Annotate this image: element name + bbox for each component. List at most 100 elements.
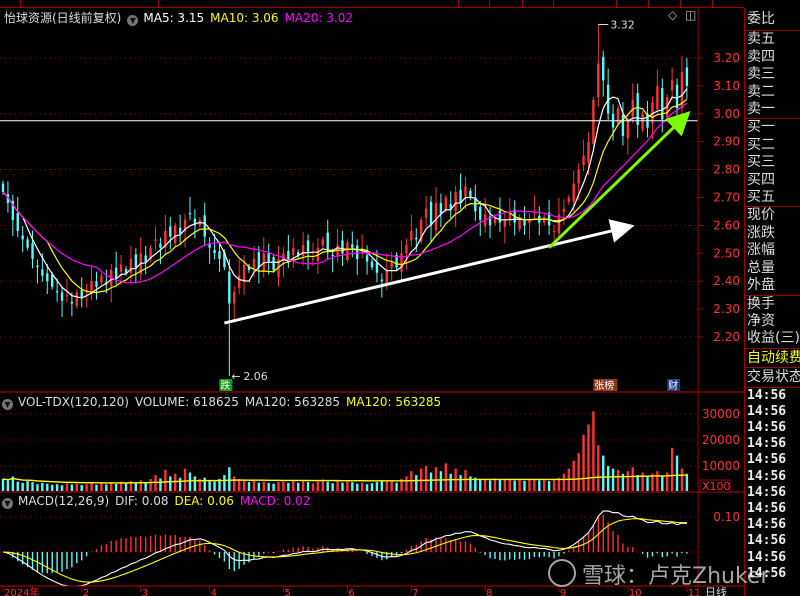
volume-bar [65, 483, 69, 491]
candle [252, 258, 256, 268]
panel-toggle-icon[interactable]: ◫ [685, 8, 696, 22]
candle [311, 258, 315, 260]
candle [114, 267, 118, 279]
candle [233, 292, 236, 304]
date-tick-label: 8 [486, 588, 492, 596]
volume-bar [538, 480, 541, 491]
volume-bar [459, 475, 462, 491]
volume-bar [616, 469, 620, 491]
stock-title[interactable]: 怡球资源(日线前复权) [4, 11, 121, 25]
candle [174, 225, 177, 244]
volume-tick-label: 30000 [702, 407, 740, 421]
volume-title[interactable]: VOL-TDX(120,120) [18, 395, 129, 409]
volume-bar [410, 471, 413, 491]
candle [51, 274, 54, 287]
sell-4: 卖四 [747, 48, 775, 65]
volume-bar [429, 472, 433, 491]
candle [464, 186, 467, 197]
volume-bar [124, 483, 128, 491]
chevron-down-icon[interactable]: ▼ [2, 399, 13, 410]
candle [675, 84, 679, 109]
volume-bar [577, 453, 580, 491]
ma120-white: MA120: 563285 [244, 395, 340, 409]
volume-bar [174, 473, 177, 491]
chevron-down-icon[interactable]: ▼ [2, 498, 13, 509]
volume-bar [493, 478, 497, 491]
volume-bar [365, 484, 369, 491]
candle [415, 237, 418, 240]
tick-time: 14:56 [747, 468, 787, 484]
volume-bar [262, 481, 265, 491]
candle [65, 295, 69, 297]
price-tick-label: 2.30 [713, 302, 740, 316]
candle [380, 279, 384, 282]
candle [351, 244, 354, 248]
candle [685, 67, 689, 86]
earnings-label: 收益(三) [747, 330, 800, 347]
candle [100, 275, 103, 283]
price-tick-label: 2.90 [713, 135, 740, 149]
volume-bar [26, 481, 29, 491]
candle [257, 252, 261, 268]
candle [356, 245, 359, 259]
volume-bar [55, 484, 59, 491]
watermark: 雪球：卢克Zhuker [548, 558, 770, 590]
candle [434, 203, 438, 230]
price-tick-label: 3.10 [713, 79, 740, 93]
current-price-label: 现价 [747, 207, 775, 224]
volume-bar [193, 476, 197, 491]
volume-bar [405, 476, 408, 491]
volume-bar [242, 481, 246, 491]
volume-bar [110, 482, 113, 491]
volume-bar [523, 480, 526, 491]
candle [178, 227, 182, 234]
candle [272, 257, 275, 271]
price-pane: 3.32 ← 2.06 跌 张榜 财 [0, 19, 698, 392]
volume-bar [567, 468, 570, 491]
quote-section: 现价 涨跌 涨幅 总量 外盘 [745, 206, 800, 294]
volume-bar [257, 482, 261, 491]
candle [36, 265, 39, 268]
volume-bar [508, 479, 511, 491]
candle [242, 264, 246, 283]
diamond-icon[interactable]: ◇ [668, 8, 677, 22]
candle [218, 251, 221, 259]
auto-renew-link[interactable]: 自动续费 [745, 347, 800, 367]
candle [459, 189, 462, 204]
volume-bar [439, 471, 443, 491]
watermark-text: 雪球：卢克Zhuker [582, 564, 770, 589]
volume-bar [375, 482, 379, 491]
candle [587, 141, 590, 163]
volume-bar [114, 483, 118, 491]
change-label: 涨跌 [747, 224, 775, 241]
candle [41, 269, 44, 276]
fund-section: 换手 净资 收益(三) [745, 294, 800, 348]
volume-bar [360, 482, 364, 491]
candle [469, 190, 472, 198]
candle [370, 261, 374, 268]
macd-tick-label: 0.10 [713, 510, 740, 524]
price-tick-label: 2.80 [713, 163, 740, 177]
macd-legend: ▼ MACD(12,26,9) DIF: 0.08 DEA: 0.06 MACD: 0.… [2, 494, 316, 509]
event-marker: 财 [668, 379, 678, 392]
volume-bar [31, 482, 34, 491]
dif-value: DIF: 0.08 [115, 494, 169, 508]
candle [55, 291, 59, 293]
candle [577, 169, 580, 184]
price-tick-label: 2.70 [713, 191, 740, 205]
candle [365, 254, 369, 262]
chevron-down-icon[interactable]: ▼ [127, 15, 139, 26]
candle [636, 93, 639, 125]
candle [80, 290, 83, 298]
volume-value: VOLUME: 618625 [134, 395, 239, 409]
candle [410, 230, 413, 241]
buy-4: 买四 [747, 171, 775, 188]
candle [498, 210, 502, 223]
candle [129, 258, 133, 273]
volume-bar [356, 483, 359, 491]
volume-bar [292, 481, 295, 491]
volume-bar [587, 424, 590, 491]
macd-title[interactable]: MACD(12,26,9) [18, 494, 109, 508]
volume-bar [592, 411, 595, 491]
tick-time: 14:56 [747, 403, 787, 419]
